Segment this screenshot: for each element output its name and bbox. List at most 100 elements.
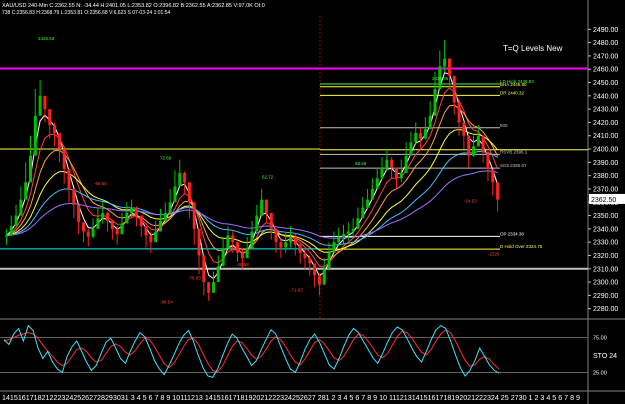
- candle-body: [423, 129, 427, 139]
- candle-body: [366, 199, 370, 208]
- annotation-label: 62.72: [262, 174, 274, 179]
- candle-body: [110, 220, 114, 229]
- candle-body: [467, 135, 471, 156]
- candle-body: [19, 199, 23, 216]
- candle-body: [33, 115, 37, 156]
- x-axis-labels: 14151617182122232425262728293031 3 4 5 6…: [2, 393, 580, 402]
- candle-body: [264, 199, 268, 213]
- y-tick-label: 2350.00: [593, 213, 618, 220]
- y-tick-label: 2310.00: [593, 266, 618, 273]
- y-tick-label: 2370.00: [593, 186, 618, 193]
- candle-body: [293, 236, 297, 245]
- candle-body: [351, 228, 355, 232]
- candle-body: [28, 155, 32, 183]
- candle-body: [173, 186, 177, 203]
- candle-body: [327, 252, 331, 269]
- y-tick-label: 2450.00: [593, 80, 618, 87]
- candle-body: [370, 188, 374, 200]
- candle-body: [308, 258, 312, 264]
- candle-body: [81, 222, 85, 232]
- candle-body: [144, 226, 148, 236]
- annotation-label: 72.69: [160, 156, 172, 161]
- candle-body: [139, 215, 143, 227]
- osc-level-label: 75.00: [593, 336, 607, 342]
- candle-body: [115, 228, 119, 235]
- candle-body: [341, 234, 345, 237]
- candle-body: [414, 133, 418, 143]
- candle-body: [221, 248, 225, 267]
- candle-body: [332, 242, 336, 253]
- candle-body: [303, 252, 307, 259]
- level-label-2: BHA 2446.80: [500, 82, 527, 87]
- candle-body: [452, 75, 456, 103]
- candle-body: [260, 199, 264, 216]
- candle-body: [9, 226, 13, 236]
- y-tick-label: 2490.00: [593, 27, 618, 34]
- candle-body: [38, 95, 42, 116]
- y-tick-label: 2460.00: [593, 67, 618, 74]
- annotation-label: -78.83: [188, 275, 201, 280]
- annotation-label: 2436.85: [432, 76, 449, 81]
- header-bar-info: 738 C:2356.83 H:2368.79 L:2353.81 O:2356…: [2, 10, 171, 16]
- candle-body: [433, 89, 437, 116]
- y-tick-label: 2320.00: [593, 253, 618, 260]
- candle-body: [476, 135, 480, 147]
- candle-body: [96, 218, 100, 229]
- y-tick-label: 2330.00: [593, 240, 618, 247]
- candle-body: [385, 159, 389, 169]
- candle-body: [443, 58, 447, 67]
- annotation-label: -71.63: [290, 287, 303, 292]
- level-label-6: RSVB 2396.1: [500, 149, 528, 154]
- candle-body: [322, 268, 326, 285]
- candle-body: [419, 133, 423, 139]
- candle-body: [399, 172, 403, 179]
- y-tick-label: 2300.00: [593, 280, 618, 287]
- candle-body: [491, 168, 495, 183]
- candle-body: [187, 182, 191, 203]
- time-axis: 14151617182122232425262728293031 3 4 5 6…: [0, 390, 625, 402]
- candle-body: [394, 167, 398, 179]
- candle-body: [375, 178, 379, 189]
- candle-body: [207, 282, 211, 293]
- annotation-label: -54.53: [464, 198, 477, 203]
- chart-canvas: LD High 2448.93BHA 2446.80DR 2440.32500R…: [0, 0, 625, 404]
- y-tick-label: 2400.00: [593, 147, 618, 154]
- candle-body: [269, 212, 273, 229]
- candle-body: [255, 215, 259, 232]
- candle-body: [356, 218, 360, 229]
- y-tick-label: 2280.00: [593, 306, 618, 313]
- candle-body: [457, 102, 461, 123]
- candle-body: [134, 207, 138, 216]
- candle-body: [192, 202, 196, 229]
- candle-body: [245, 248, 249, 259]
- candle-body: [67, 168, 71, 189]
- y-tick-label: 2420.00: [593, 120, 618, 127]
- annotation-label: -48.58: [236, 262, 249, 267]
- chart-title: T=Q Levels New: [503, 44, 563, 53]
- candle-body: [279, 242, 283, 248]
- last-price-label: 2362.50: [591, 197, 616, 204]
- candle-body: [62, 149, 66, 169]
- candle-body: [216, 266, 220, 283]
- annotation-label: 2425.53: [38, 36, 55, 41]
- candle-body: [298, 244, 302, 253]
- candle-body: [274, 228, 278, 243]
- candle-body: [130, 207, 134, 213]
- candle-body: [91, 228, 95, 237]
- annotation-label: -66.65: [94, 181, 107, 186]
- y-tick-label: 2390.00: [593, 160, 618, 167]
- candle-body: [43, 95, 47, 110]
- candle-body: [496, 182, 500, 200]
- candle-body: [289, 236, 293, 243]
- annotation-label: 68.28: [355, 161, 367, 166]
- y-tick-label: 2380.00: [593, 173, 618, 180]
- candle-body: [313, 263, 317, 276]
- candle-body: [168, 202, 172, 213]
- candle-body: [284, 242, 288, 248]
- candle-body: [178, 172, 182, 187]
- candle-body: [472, 146, 476, 156]
- candle-body: [240, 252, 244, 259]
- candle-body: [428, 115, 432, 130]
- candle-body: [390, 159, 394, 168]
- candle-body: [53, 125, 57, 134]
